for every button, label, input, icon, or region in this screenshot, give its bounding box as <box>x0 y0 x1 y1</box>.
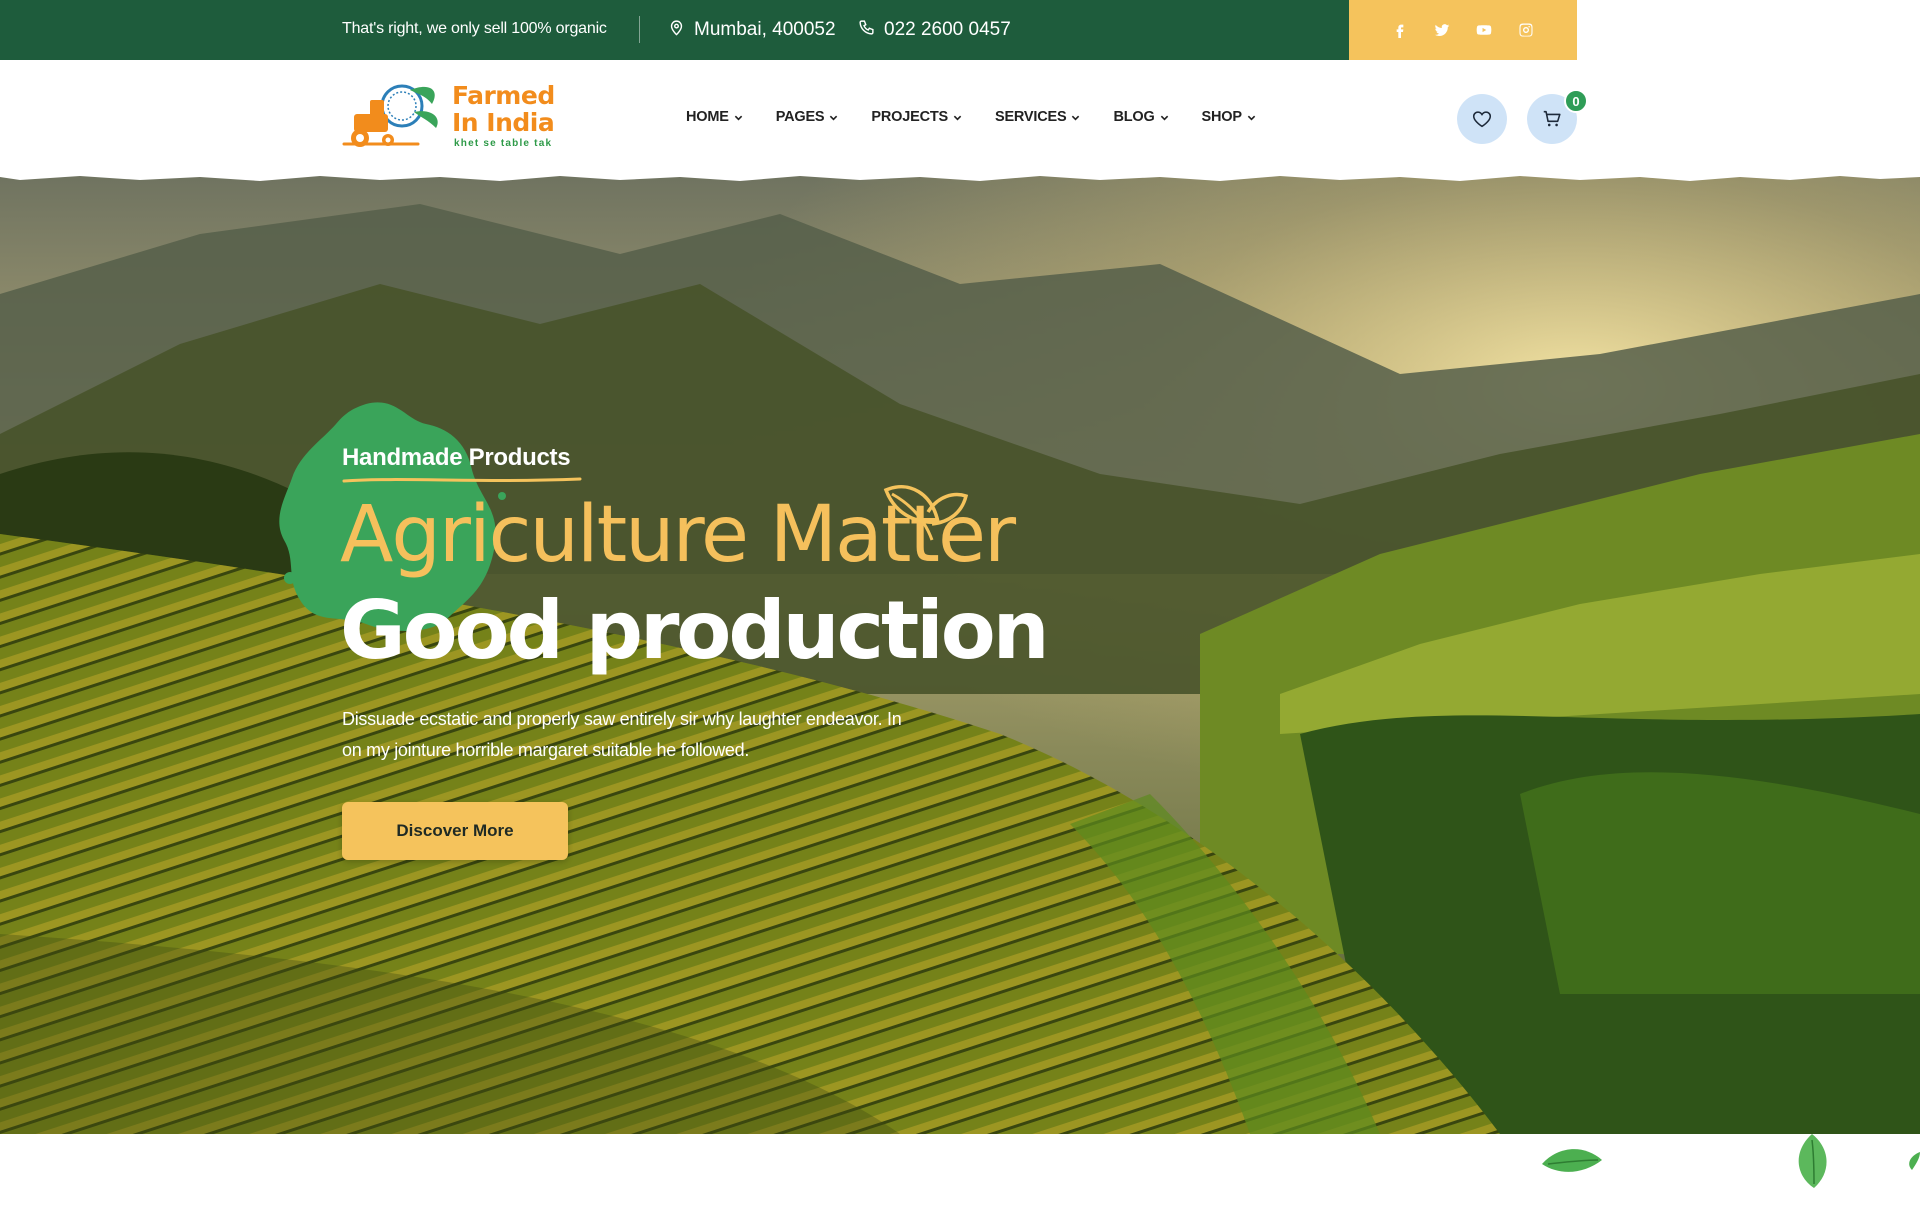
nav-item-services[interactable]: SERVICES <box>995 109 1080 125</box>
nav-item-pages[interactable]: PAGES <box>776 109 839 125</box>
leaf-icon <box>1909 1152 1920 1170</box>
heart-icon <box>1472 111 1492 128</box>
main-nav: HOME PAGES PROJECTS SERVICES BLOG SHOP <box>686 60 1256 174</box>
phone-info[interactable]: 022 2600 0457 <box>858 0 1011 60</box>
location-info: Mumbai, 400052 <box>668 0 836 60</box>
topbar-divider <box>639 16 640 43</box>
chevron-down-icon <box>830 115 838 120</box>
nav-item-blog[interactable]: BLOG <box>1113 109 1168 125</box>
social-links <box>1349 0 1577 60</box>
nav-item-projects[interactable]: PROJECTS <box>871 109 962 125</box>
page: That's right, we only sell 100% organic … <box>0 0 1920 1212</box>
chevron-down-icon <box>953 115 962 120</box>
logo-tagline: khet se table tak <box>454 138 553 149</box>
discover-more-button[interactable]: Discover More <box>342 802 568 860</box>
chevron-down-icon <box>734 115 742 120</box>
logo-text-line1: Farmed <box>452 81 555 110</box>
leaf-outline-icon <box>883 485 969 541</box>
nav-item-label: PROJECTS <box>871 109 948 125</box>
nav-item-label: SHOP <box>1201 109 1242 125</box>
facebook-icon[interactable] <box>1392 22 1408 38</box>
hero-section: Handmade Products Agriculture Matter Goo… <box>0 174 1920 1134</box>
wishlist-button[interactable] <box>1457 94 1507 144</box>
site-header: Farmed In India khet se table tak HOME P… <box>0 60 1920 174</box>
cart-count-badge: 0 <box>1564 89 1588 113</box>
chevron-down-icon <box>1072 115 1080 120</box>
topbar-tagline: That's right, we only sell 100% organic <box>342 20 607 37</box>
leaf-icon <box>1542 1149 1602 1172</box>
nav-item-label: SERVICES <box>994 109 1067 125</box>
hero-description: Dissuade ecstatic and properly saw entir… <box>342 709 902 760</box>
chevron-down-icon <box>1247 115 1256 120</box>
map-pin-icon <box>668 19 685 42</box>
instagram-icon[interactable] <box>1518 22 1534 38</box>
hero-headline-secondary: Good production <box>340 584 1050 677</box>
brush-underline <box>342 477 582 483</box>
nav-item-label: BLOG <box>1113 109 1155 125</box>
nav-item-shop[interactable]: SHOP <box>1202 109 1256 125</box>
location-text: Mumbai, 400052 <box>694 19 836 40</box>
phone-icon <box>858 19 875 42</box>
cart-icon <box>1543 110 1561 127</box>
nav-item-label: PAGES <box>775 109 825 125</box>
chevron-down-icon <box>1160 115 1168 120</box>
youtube-icon[interactable] <box>1476 22 1492 38</box>
nav-item-home[interactable]: HOME <box>686 109 743 125</box>
phone-text[interactable]: 022 2600 0457 <box>884 19 1011 41</box>
site-logo[interactable]: Farmed In India khet se table tak <box>340 76 570 156</box>
nav-item-label: HOME <box>686 109 729 125</box>
leaf-icon <box>1798 1134 1827 1188</box>
torn-paper-edge <box>0 174 1920 181</box>
hero-eyebrow: Handmade Products <box>342 444 571 471</box>
top-bar: That's right, we only sell 100% organic … <box>0 0 1349 60</box>
tractor-logo-icon <box>342 84 438 147</box>
twitter-icon[interactable] <box>1434 22 1450 38</box>
logo-text-line2: In India <box>452 108 555 137</box>
